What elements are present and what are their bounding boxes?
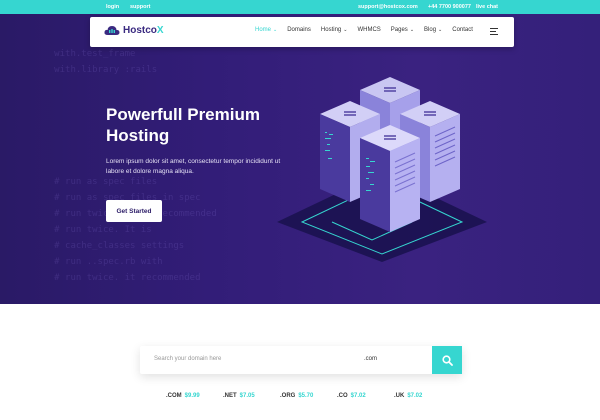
hero-description: Lorem ipsum dolor sit amet, consectetur … [106,158,281,175]
chevron-down-icon: ⌄ [343,27,348,33]
cloud-logo-icon [104,26,120,35]
price-item-org: .ORG $5.70 [280,393,314,399]
price-item-co: .CO $7.02 [337,393,366,399]
chevron-down-icon: ⌄ [409,27,415,33]
nav-item-contact[interactable]: Contact [452,27,473,33]
price-item-net: .NET $7.05 [223,393,255,399]
nav-item-domains[interactable]: Domains [287,27,311,33]
chevron-down-icon: ⌄ [273,27,278,33]
nav-item-hosting[interactable]: Hosting ⌄ [321,27,348,33]
top-bar: login support support@hostcox.com +44 77… [0,0,600,14]
get-started-button[interactable]: Get Started [106,200,162,222]
search-button[interactable] [432,346,462,374]
nav-menu: Home ⌄ Domains Hosting ⌄ WHMCS Pages ⌄ Blog… [255,27,473,33]
phone-number: +44 7700 900077 [428,4,471,10]
server-illustration [277,77,487,262]
logo[interactable]: HostcoX [104,25,164,36]
domain-prices: .COM $9.99 .NET $7.05 .ORG $5.70 .CO $7.02 .… [166,393,466,399]
nav-item-home[interactable]: Home ⌄ [255,27,277,33]
nav-item-blog[interactable]: Blog ⌄ [424,27,442,33]
tld-selector[interactable]: .com [364,356,377,362]
live-chat-link[interactable]: live chat [476,4,498,10]
domain-search-input[interactable]: Search your domain here [154,356,221,362]
nav-item-whmcs[interactable]: WHMCS [357,27,380,33]
search-icon [441,354,453,366]
login-link[interactable]: login [106,4,119,10]
nav-item-pages[interactable]: Pages ⌄ [391,27,414,33]
domain-search-box: Search your domain here .com [140,346,462,374]
chevron-down-icon: ⌄ [438,27,443,33]
support-link[interactable]: support [130,4,150,10]
price-item-com: .COM $9.99 [166,393,200,399]
logo-text: HostcoX [123,25,164,36]
main-navbar: HostcoX Home ⌄ Domains Hosting ⌄ WHMCS Pag… [90,17,514,47]
price-item-uk: .UK $7.02 [394,393,423,399]
support-email[interactable]: support@hostcox.com [358,4,418,10]
hero-title: Powerfull Premium Hosting [106,105,260,145]
menu-icon[interactable] [490,28,498,37]
